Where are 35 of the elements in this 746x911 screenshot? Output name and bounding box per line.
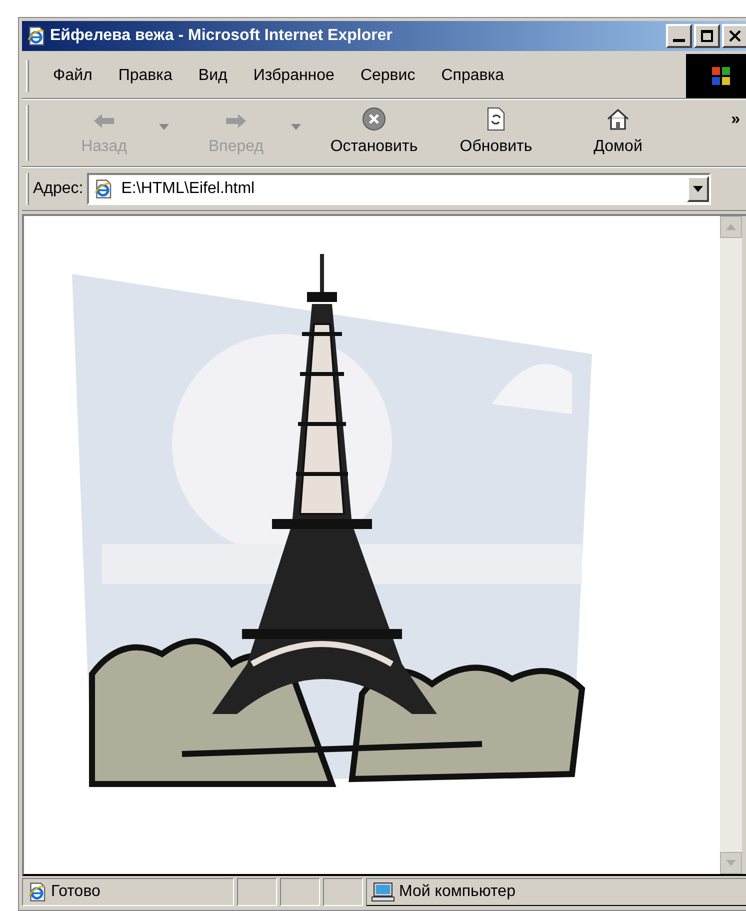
menu-item[interactable]: Файл (53, 64, 92, 88)
toolbar-button[interactable]: Обновить (435, 107, 557, 159)
right-arrow-icon (224, 111, 248, 131)
page-icon (93, 179, 114, 199)
dropdown-button[interactable] (687, 176, 710, 202)
menu-item[interactable]: Справка (441, 64, 504, 88)
up-caret-icon (726, 224, 736, 230)
browser-icon (26, 26, 46, 46)
window-title: Ейфелева вежа - Microsoft Internet Explorer (50, 26, 392, 46)
minimize-button[interactable] (666, 24, 692, 48)
toolbar-overflow[interactable]: » (731, 108, 740, 132)
refresh-page-icon (486, 107, 506, 131)
status-panel (237, 878, 277, 906)
home-icon (606, 107, 630, 131)
close-button[interactable] (722, 24, 746, 48)
caret-icon (693, 186, 704, 192)
address-label: Адрес: (33, 179, 84, 199)
menu-item[interactable]: Сервис (360, 64, 416, 88)
address-field[interactable]: E:\HTML\Eifel.html (87, 173, 712, 205)
zone-text: Мой компьютер (399, 882, 516, 902)
close-icon (729, 30, 741, 42)
page-icon (27, 882, 47, 902)
menu-item[interactable]: Избранное (253, 64, 334, 88)
status-panel (323, 878, 363, 906)
toolbar-button[interactable]: Домой (557, 107, 679, 159)
menu-item[interactable]: Вид (198, 64, 228, 88)
down-caret-icon (726, 860, 736, 866)
maximize-button[interactable] (694, 24, 720, 48)
status-panel (280, 878, 320, 906)
menu-item[interactable]: Правка (118, 64, 172, 88)
status-text: Готово (51, 882, 100, 902)
computer-icon (371, 882, 395, 902)
stop-icon (362, 107, 386, 131)
left-arrow-icon (92, 111, 116, 131)
toolbar-button[interactable]: Остановить (313, 107, 435, 159)
